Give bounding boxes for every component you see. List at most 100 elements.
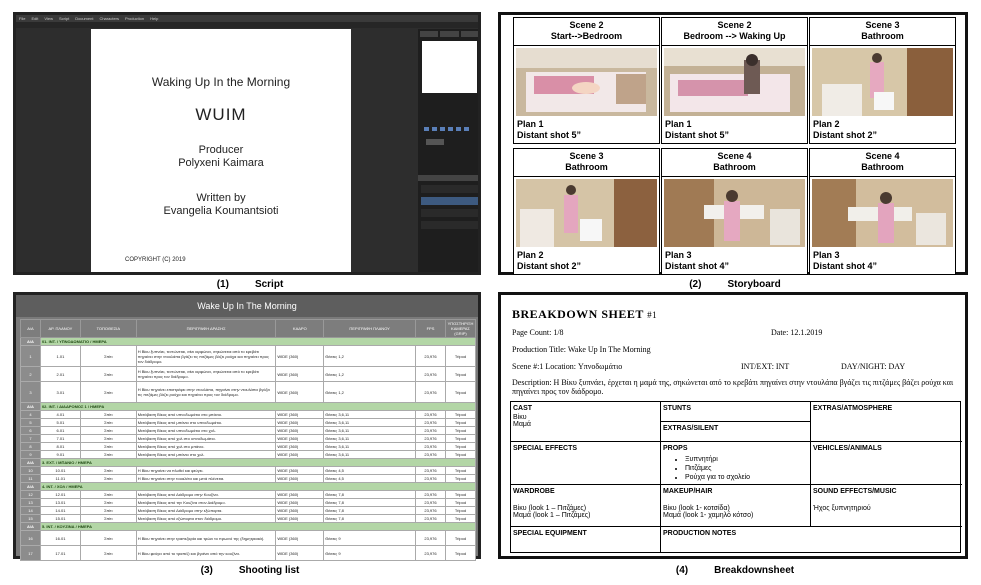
shot-description: Θέσεις 7,8: [323, 506, 417, 515]
format-button[interactable]: [432, 127, 437, 131]
breakdown-heading: BREAKDOWN SHEET #1: [512, 307, 657, 322]
navigator-item-selected[interactable]: [421, 197, 478, 205]
prop-item: Ξυπνητήρι: [685, 455, 808, 464]
location-cell: Σπίτι: [79, 545, 137, 561]
frame-cell: WIDE (360): [275, 545, 325, 561]
sidebar-tabs: [418, 29, 478, 39]
frame-photo: [664, 48, 805, 116]
wardrobe-item: Μαμά (look 1 – Πιτζάμες): [513, 512, 591, 519]
sidebar-tab[interactable]: [420, 31, 439, 37]
menu-item[interactable]: Production: [125, 16, 144, 21]
frame-cell: WIDE (360): [275, 530, 325, 546]
frame-cell: WIDE (360): [275, 418, 325, 427]
column-header: ΚΑΔΡΟ: [275, 319, 325, 338]
fps-cell: 23,976: [415, 514, 446, 523]
frame-header: Scene 4 Bathroom: [662, 149, 807, 177]
written-name: Evangelia Koumantsioti: [163, 205, 279, 217]
section-title: 01. INT. / ΥΠΝΟΔΩΜΑΤΙΟ / ΗΜΕΡΑ: [39, 337, 477, 346]
sidebar-tab[interactable]: [440, 31, 459, 37]
navigator-item[interactable]: [421, 185, 478, 193]
row-index: 1: [20, 345, 41, 367]
props-cell: PROPS Ξυπνητήρι Πιτζάμες Ρούχα για το σχ…: [661, 442, 811, 485]
navigator-item[interactable]: [421, 221, 478, 229]
caption-number: (1): [216, 279, 229, 290]
menu-item[interactable]: Help: [150, 16, 158, 21]
menu-item[interactable]: Edit: [31, 16, 38, 21]
shot-number: 3.01: [39, 381, 81, 403]
location-cell: Σπίτι: [79, 418, 137, 427]
frame-cell: WIDE (360): [275, 442, 325, 451]
caption-label: Script: [254, 279, 284, 290]
special-equipment-cell: SPECIAL EQUIPMENT: [511, 527, 661, 552]
column-header: ΠΕΡΙΓΡΑΦΗ ΠΛΑΝΟΥ: [323, 319, 417, 338]
format-button[interactable]: [464, 127, 469, 131]
frame-cell: WIDE (360): [275, 426, 325, 435]
format-button[interactable]: [440, 127, 445, 131]
special-equipment-label: SPECIAL EQUIPMENT: [513, 530, 587, 537]
breakdown-sheet-panel: BREAKDOWN SHEET #1 Page Count: 1/8 Date:…: [498, 292, 968, 559]
row-index: A/A: [20, 458, 41, 467]
sidebar-button[interactable]: [426, 139, 444, 145]
section-title: 4. INT. / ΧΟΛ / ΗΜΕΡΑ: [39, 482, 477, 491]
section-row: A/A 02. INT. / ΔΙΑΔΡΟΜΟΣ 1 / ΗΜΕΡΑ: [20, 402, 477, 411]
wardrobe-cell: WARDROBE Βίκυ (look 1 – Πιτζάμες) Μαμά (…: [511, 485, 661, 527]
frame-cell: WIDE (360): [275, 410, 325, 419]
format-button[interactable]: [456, 127, 461, 131]
sound-item: Ήχος ξυπνητηριού: [813, 505, 871, 512]
navigator-item[interactable]: [421, 209, 478, 217]
plan-label: Plan 2: [517, 250, 544, 260]
action-description: Μετάβαση Βίκυς από την Κουζίνα στον Διάδ…: [135, 498, 277, 507]
plan-label: Plan 3: [665, 250, 692, 260]
makeup-item: Μαμά (look 1- χαμηλό κότσο): [663, 512, 754, 519]
shot-number: 9.01: [39, 450, 81, 459]
script-title: Waking Up In the Morning: [151, 75, 291, 89]
table-row: 17 17.01 Σπίτι Η Βίκυ φεύγει από το τραπέζι…: [20, 545, 477, 561]
menu-item[interactable]: Document: [75, 16, 93, 21]
extras-atmosphere-label: EXTRAS/ATMOSPHERE: [813, 405, 893, 412]
menu-item[interactable]: Script: [59, 16, 69, 21]
shot-description: Θέσεις 3,6,11: [323, 418, 417, 427]
row-index: 12: [20, 490, 41, 499]
grip-cell: Tripod: [444, 545, 477, 561]
location-cell: Σπίτι: [79, 426, 137, 435]
sidebar-tab[interactable]: [460, 31, 478, 37]
frame-cell: WIDE (360): [275, 450, 325, 459]
list-item[interactable]: [423, 62, 476, 66]
menu-item[interactable]: File: [19, 16, 25, 21]
action-description: Η Βίκυ πηγαίνει στην τραπεζαρία και τρώε…: [135, 530, 277, 546]
grip-cell: Tripod: [444, 490, 477, 499]
action-description: Μετάβαση Βίκυς από χολ στο μπάνιο.: [135, 442, 277, 451]
shot-description: Θέσεις 4,5: [323, 474, 417, 483]
section-title: 5. INT. / ΚΟΥΖΙΝΑ / ΗΜΕΡΑ: [39, 522, 477, 531]
fps-cell: 23,976: [415, 410, 446, 419]
script-panel: File Edit View Script Document Characters Prod…: [13, 12, 481, 275]
storyboard-frame: Scene 4 Bathroom Plan 3 Distant shot 4”: [809, 148, 956, 275]
makeup-hair-cell: MAKEUP/HAIR Βίκυ (look 1- κοτσίδα) Μαμά …: [661, 485, 811, 527]
props-label: PROPS: [663, 445, 688, 452]
frame-photo: [812, 48, 953, 116]
action-description: Η Βίκυ πηγαίνει να πλυθεί και φεύγει.: [135, 466, 277, 475]
format-button[interactable]: [424, 127, 429, 131]
action-description: Μετάβαση Βίκυς από μπάνιο στο υπνοδωμάτι…: [135, 418, 277, 427]
menu-item[interactable]: View: [44, 16, 53, 21]
frame-caption: Plan 1 Distant shot 5”: [665, 119, 729, 141]
table-row: 12 12.01 Σπίτι Μετάβαση Βίκυς από Διάδρομο …: [20, 490, 477, 499]
menu-item[interactable]: Characters: [99, 16, 119, 21]
shot-number: 1.01: [39, 345, 81, 367]
caption-number: (2): [689, 279, 702, 290]
row-index: 16: [20, 530, 41, 546]
makeup-hair-label: MAKEUP/HAIR: [663, 488, 713, 495]
format-button[interactable]: [448, 127, 453, 131]
day-night: DAY/NIGHT: DAY: [841, 362, 906, 371]
row-index: 7: [20, 434, 41, 443]
writer-block: Written by Evangelia Koumantsioti: [91, 192, 351, 218]
caption-label: Storyboard: [727, 279, 781, 290]
fps-cell: 23,976: [415, 466, 446, 475]
shot-description: Θέσεις 9: [323, 545, 417, 561]
scene-label: Scene 4: [865, 151, 900, 161]
section-row: A/A 3. EXT. / ΜΠΑΝΙΟ / ΗΜΕΡΑ: [20, 458, 477, 467]
element-list[interactable]: [422, 41, 477, 93]
grip-cell: Tripod: [444, 366, 477, 382]
makeup-item: Βίκυ (look 1- κοτσίδα): [663, 505, 730, 512]
section-title: 3. EXT. / ΜΠΑΝΙΟ / ΗΜΕΡΑ: [39, 458, 477, 467]
